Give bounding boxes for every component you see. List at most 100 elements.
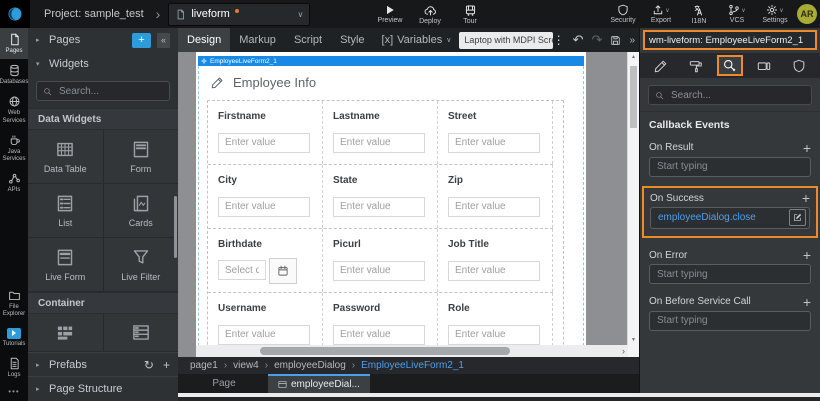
add-page-button[interactable]: + [132,33,151,48]
add-handler-button[interactable]: + [803,248,811,262]
edit-script-button[interactable] [789,209,806,226]
rail-item-pages[interactable]: Pages [0,28,28,59]
zip-input[interactable] [448,197,540,217]
widget-live-filter[interactable]: Live Filter [104,238,179,291]
settings-button[interactable]: ∨ Settings [757,0,793,28]
current-page-selector[interactable]: liveform ∨ [168,3,310,26]
username-input[interactable] [218,325,310,345]
firstname-input[interactable] [218,133,310,153]
horizontal-scroll-thumb[interactable] [260,347,510,355]
preview-button[interactable]: Preview [372,0,408,28]
tab-page[interactable]: Page [194,374,254,393]
calendar-button[interactable] [269,258,297,284]
security-tab[interactable] [786,55,812,76]
on-success-handler-link[interactable]: employeeDialog.close [658,212,789,223]
widget-list[interactable]: List [28,184,103,237]
state-input[interactable] [333,197,425,217]
tab-employee-dialog[interactable]: employeeDial... [268,374,370,393]
app-logo[interactable] [0,0,30,28]
rail-item-file-explorer[interactable]: File Explorer [0,284,28,322]
field-label: Street [448,111,542,122]
lastname-input[interactable] [333,133,425,153]
street-input[interactable] [448,133,540,153]
widget-label: Form [130,164,151,174]
scroll-up-icon[interactable]: ▲ [628,54,639,60]
canvas-horizontal-scrollbar[interactable]: › [196,345,628,357]
widget-grid-layout[interactable] [28,314,103,351]
birthdate-input[interactable] [218,260,266,280]
i18n-button[interactable]: I18N [681,0,717,28]
role-input[interactable] [448,325,540,345]
properties-tab[interactable] [648,55,674,76]
picurl-input[interactable] [333,261,425,281]
breadcrumb-page1[interactable]: page1 [190,360,218,371]
field-label: Role [448,303,542,314]
deploy-button[interactable]: Deploy [412,0,448,28]
password-input[interactable] [333,325,425,345]
tab-style[interactable]: Style [331,28,373,52]
dialog-window-icon [278,380,287,389]
redo-button[interactable]: ↷ [592,32,603,48]
collapse-panel-button[interactable]: « [157,33,170,48]
variables-button[interactable]: [x] Variables ∨ [382,34,452,46]
add-handler-button[interactable]: + [802,191,810,205]
tab-script[interactable]: Script [285,28,331,52]
container-grid [28,314,178,352]
vertical-scroll-thumb[interactable] [630,66,637,128]
widget-cards[interactable]: Cards [104,184,179,237]
rail-item-web-services[interactable]: Web Services [0,90,28,128]
device-select[interactable]: Laptop with MDPI Screen ∨ [459,32,552,49]
scroll-right-icon[interactable]: › [622,345,625,357]
field-label: City [218,175,312,186]
canvas-page[interactable]: EmployeeLiveForm2_1 Employee Info Firstn… [196,52,586,357]
security-button[interactable]: Security [605,0,641,28]
security-label: Security [610,17,635,24]
breadcrumb-view4[interactable]: view4 [233,360,259,371]
pages-section-header[interactable]: ▸ Pages + « [28,28,178,52]
scroll-down-icon[interactable]: ▼ [628,337,639,343]
save-button[interactable] [610,35,621,46]
panel-scrollbar[interactable] [174,196,177,258]
selected-widget-bar[interactable]: EmployeeLiveForm2_1 [198,56,584,66]
canvas-vertical-scrollbar[interactable]: ▲ ▼ [627,52,639,345]
rail-item-java-services[interactable]: Java Services [0,129,28,167]
tour-button[interactable]: Tour [452,0,488,28]
collapse-right-panel-button[interactable]: » [629,35,635,46]
widgets-section-header[interactable]: ▾ Widgets [28,52,178,76]
kebab-menu-button[interactable]: ⋮ [553,33,565,47]
widget-form[interactable]: Form [104,130,179,183]
breadcrumb-employeeliveform[interactable]: EmployeeLiveForm2_1 [361,360,464,371]
widget-live-form[interactable]: Live Form [28,238,103,291]
on-error-input[interactable] [649,264,811,284]
widget-data-table[interactable]: Data Table [28,130,103,183]
add-handler-button[interactable]: + [803,295,811,309]
rail-more-button[interactable]: ••• [0,383,28,401]
tab-markup[interactable]: Markup [230,28,285,52]
vcs-button[interactable]: ∨ VCS [719,0,755,28]
breadcrumb-employeedialog[interactable]: employeeDialog [274,360,346,371]
events-tab[interactable] [717,55,743,76]
city-input[interactable] [218,197,310,217]
widget-search-input[interactable] [57,85,163,98]
rail-item-logs[interactable]: Logs [0,352,28,383]
styles-tab[interactable] [683,55,709,76]
tab-design[interactable]: Design [178,28,230,52]
funnel-icon [130,248,152,267]
device-tab[interactable] [751,55,777,76]
undo-button[interactable]: ↶ [573,32,584,48]
user-avatar[interactable]: AR [797,4,817,24]
widget-layout-rows[interactable] [104,314,179,351]
refresh-icon[interactable]: ↻ [144,358,154,372]
page-structure-section-header[interactable]: ▸ Page Structure [28,376,178,400]
on-result-input[interactable] [649,157,811,177]
job-title-input[interactable] [448,261,540,281]
export-button[interactable]: ∨ Export [643,0,679,28]
rail-item-apis[interactable]: APIs [0,167,28,198]
prefabs-section-header[interactable]: ▸ Prefabs ↻ + [28,352,178,376]
add-prefab-button[interactable]: + [163,358,170,372]
add-handler-button[interactable]: + [803,141,811,155]
on-before-service-call-input[interactable] [649,311,811,331]
rail-item-tutorials[interactable]: Tutorials [0,323,28,352]
rail-item-databases[interactable]: Databases [0,59,28,90]
property-search-input[interactable] [669,89,805,102]
